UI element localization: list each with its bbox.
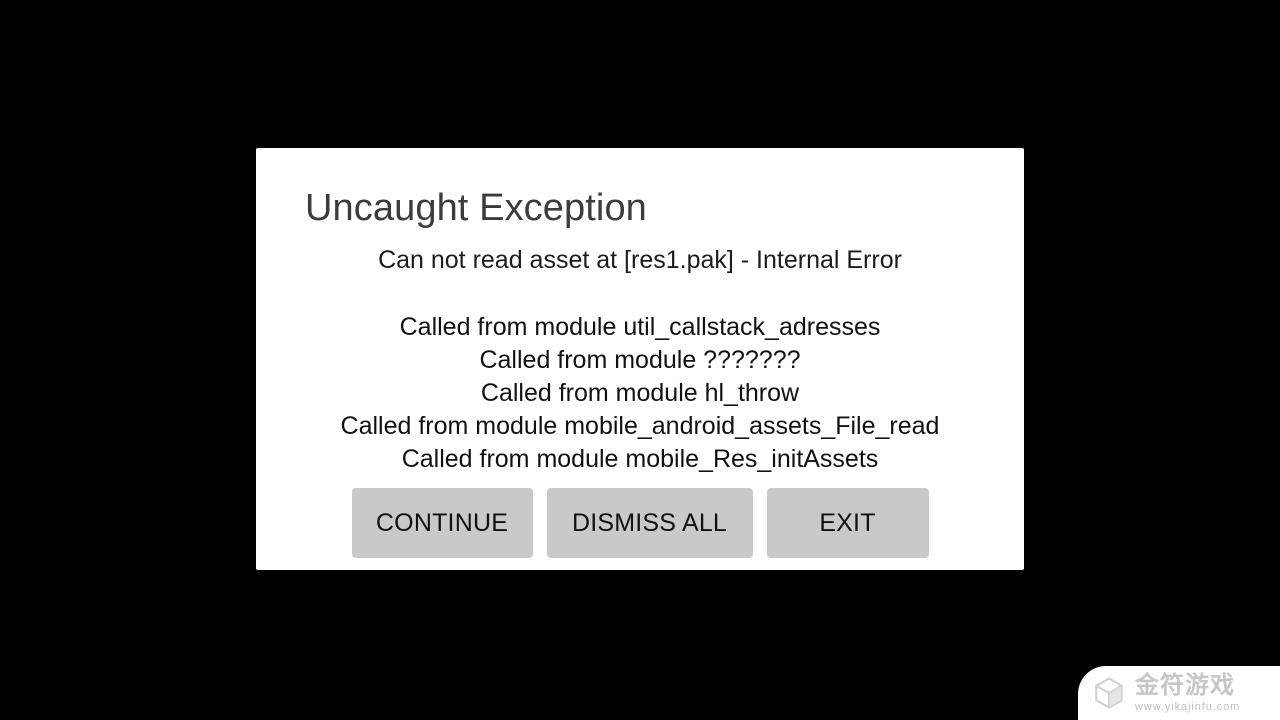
dialog-title: Uncaught Exception xyxy=(305,187,647,229)
continue-button[interactable]: CONTINUE xyxy=(351,488,533,558)
dialog-subtitle-error-message: Can not read asset at [res1.pak] - Inter… xyxy=(378,246,902,274)
watermark-brand-name: 金符游戏 xyxy=(1135,672,1235,700)
callstack-line: Called from module ??????? xyxy=(479,346,801,374)
watermark-overlay: 金符游戏 www.yikajinfu.com xyxy=(1078,666,1280,720)
watermark-url: www.yikajinfu.com xyxy=(1135,700,1241,713)
dismiss-all-button[interactable]: DISMISS ALL xyxy=(546,488,753,558)
callstack-line: Called from module mobile_Res_initAssets xyxy=(401,445,879,473)
callstack-line: Called from module util_callstack_adress… xyxy=(399,313,881,341)
watermark-text-block: 金符游戏 www.yikajinfu.com xyxy=(1135,673,1240,712)
cube-icon xyxy=(1095,677,1123,709)
exit-button[interactable]: EXIT xyxy=(766,488,929,558)
callstack-line: Called from module hl_throw xyxy=(480,379,800,407)
callstack-list: Called from module util_callstack_adress… xyxy=(256,311,1024,476)
screen-background: Uncaught Exception Can not read asset at… xyxy=(0,0,1280,720)
dialog-button-row: CONTINUE DISMISS ALL EXIT xyxy=(256,488,1024,560)
uncaught-exception-dialog: Uncaught Exception Can not read asset at… xyxy=(256,148,1024,570)
callstack-line: Called from module mobile_android_assets… xyxy=(340,412,940,440)
